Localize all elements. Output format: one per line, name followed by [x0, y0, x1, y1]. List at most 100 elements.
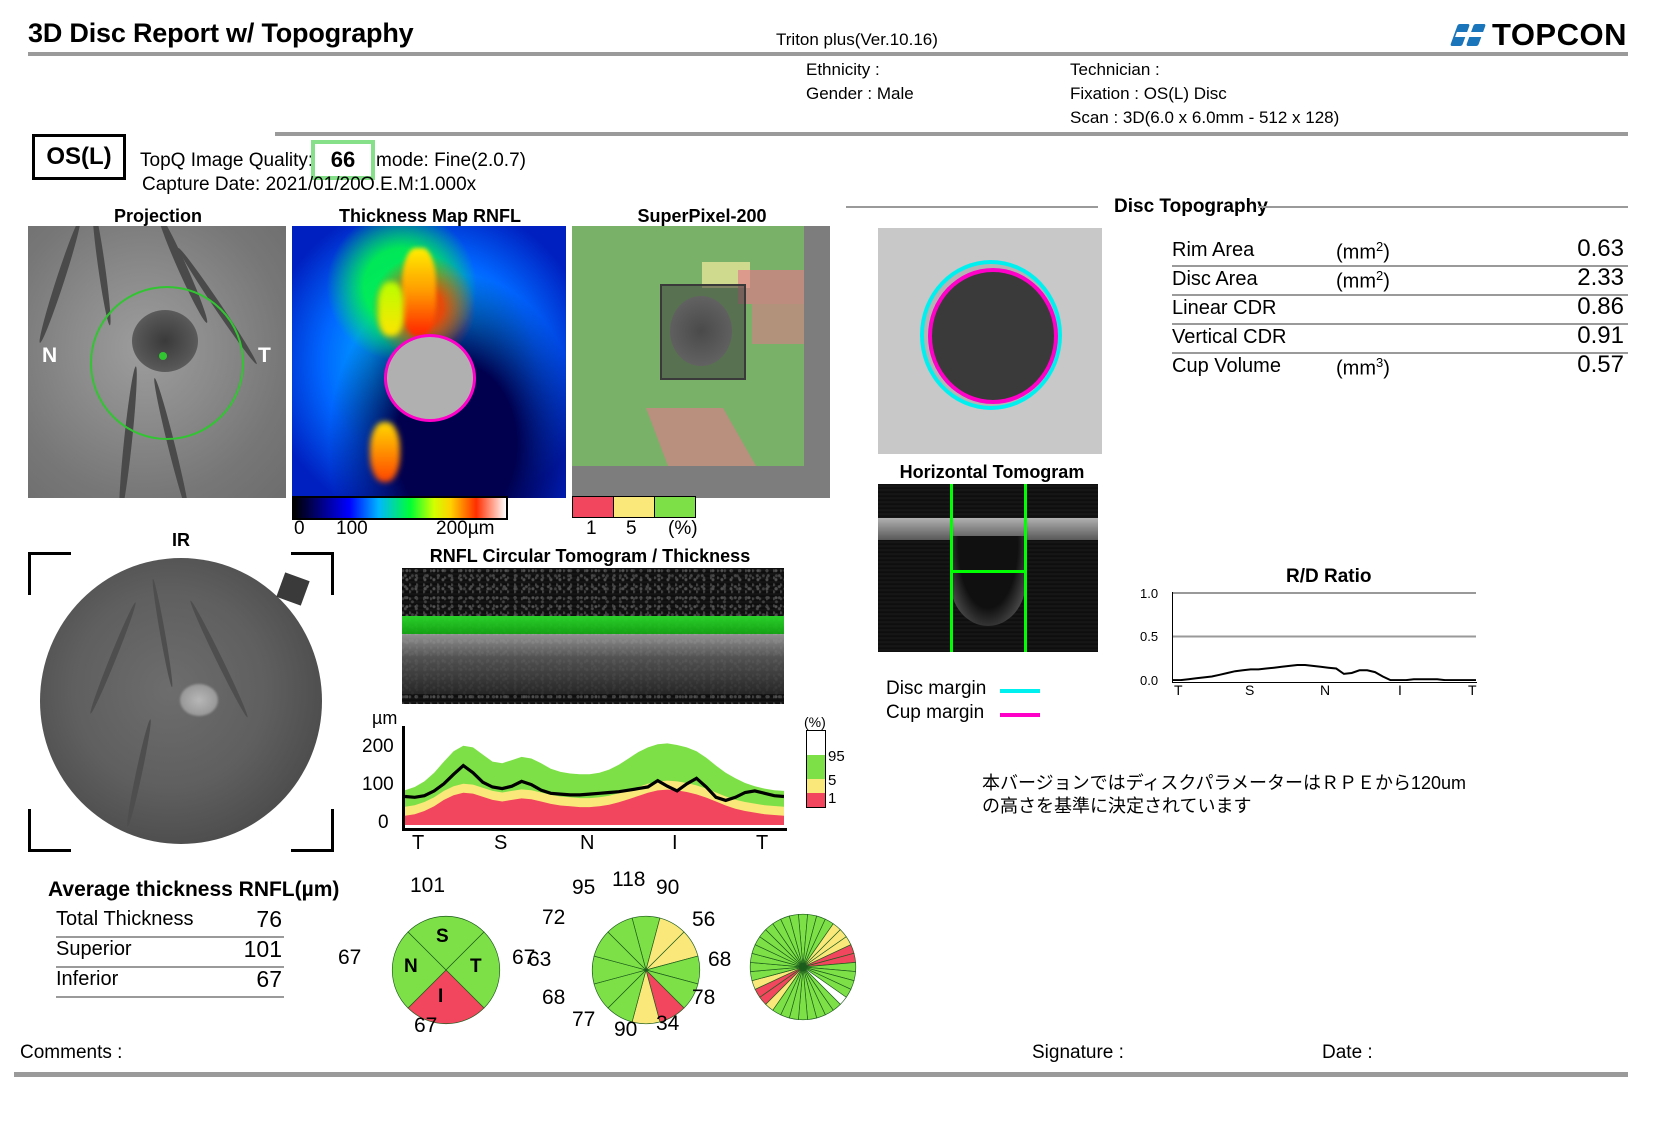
vertical-cdr-label: Vertical CDR	[1172, 326, 1287, 348]
avg-label-inferior: Inferior	[56, 968, 119, 990]
disc-area-unit: (mm2)	[1336, 268, 1390, 293]
linear-cdr-label: Linear CDR	[1172, 297, 1277, 319]
colorbar-mid-label: 100	[336, 518, 368, 539]
cup-margin-legend-swatch	[1000, 713, 1040, 717]
disc-topography-title: Disc Topography	[1106, 196, 1276, 218]
ir-corner-bracket	[28, 552, 71, 595]
disc-topography-image	[878, 228, 1102, 454]
topcon-logo: TOPCON	[1449, 17, 1627, 53]
significance-1-label: 1	[586, 518, 597, 539]
clock-36-pie-chart	[748, 912, 868, 1032]
rd-ratio-chart	[1172, 592, 1477, 683]
avg-row-superior: Superior 101	[56, 936, 284, 968]
footer-divider	[14, 1072, 1628, 1077]
quadrant-value-superior: 101	[410, 874, 446, 897]
cup-volume-label: Cup Volume	[1172, 355, 1281, 377]
table-row-cup-volume: Cup Volume (mm3) 0.57	[1172, 351, 1628, 381]
disc-area-value: 2.33	[1577, 264, 1624, 291]
projection-nasal-label: N	[42, 344, 58, 367]
avg-row-total: Total Thickness 76	[56, 906, 284, 938]
rnfl-legend-unit: (%)	[804, 714, 826, 730]
rd-x-tick-t1: T	[1174, 682, 1183, 698]
ir-corner-bracket	[291, 809, 334, 852]
quadrant-label-s: S	[436, 926, 449, 947]
cup-margin-legend-label: Cup margin	[886, 702, 985, 723]
japanese-note: 本バージョンではディスクパラメーターはＲＰＥから120umの高さを基準に決定され…	[982, 773, 1466, 816]
rnfl-x-tick-t1: T	[412, 832, 425, 854]
clock12-value-3: 56	[692, 908, 716, 931]
rim-area-unit: (mm2)	[1336, 239, 1390, 264]
ir-corner-bracket	[28, 809, 71, 852]
ir-image	[28, 552, 334, 852]
vertical-cdr-value: 0.91	[1577, 322, 1624, 349]
ir-fundus-photo	[40, 558, 322, 844]
superpixel-image	[572, 226, 830, 498]
clock12-value-9: 68	[542, 986, 566, 1009]
thickness-colorbar	[292, 496, 508, 520]
projection-temporal-label: T	[258, 344, 271, 367]
avg-value-superior: 101	[243, 936, 282, 962]
quadrant-label-i: I	[438, 986, 444, 1007]
subheader-divider	[275, 132, 1628, 136]
rnfl-legend-95: 95	[828, 748, 845, 765]
rnfl-tissue-layer	[402, 634, 784, 694]
quadrant-pie-chart: 101 67 67 67 S T I N	[338, 874, 535, 1040]
quadrant-label-n: N	[404, 956, 418, 977]
rd-y-tick-1: 1.0	[1140, 586, 1159, 601]
ir-title: IR	[172, 530, 190, 550]
thickness-hotspot	[402, 248, 436, 336]
ethnicity-field: Ethnicity :	[806, 60, 880, 79]
rd-x-tick-s: S	[1245, 682, 1255, 698]
rim-area-label: Rim Area	[1172, 239, 1255, 261]
rnfl-x-tick-t2: T	[756, 832, 769, 854]
clock12-value-11: 72	[542, 906, 566, 929]
rnfl-bscan-image	[402, 568, 784, 704]
significance-5-label: 5	[626, 518, 637, 539]
rnfl-y-tick-200: 200	[362, 736, 394, 757]
comments-label: Comments :	[20, 1042, 123, 1063]
thickness-map-title: Thickness Map RNFL	[338, 206, 522, 226]
horizontal-tomogram-title: Horizontal Tomogram	[899, 462, 1085, 482]
disc-margin-legend-label: Disc margin	[886, 678, 987, 699]
projection-title: Projection	[113, 206, 202, 226]
quadrant-value-inferior: 67	[414, 1014, 438, 1037]
rnfl-legend-swatches	[806, 730, 826, 808]
significance-unit-label: (%)	[668, 518, 698, 539]
thickness-hotspot	[370, 422, 400, 482]
avg-value-total: 76	[256, 906, 282, 932]
rnfl-segmentation-line	[402, 616, 784, 634]
rim-area-value: 0.63	[1577, 235, 1624, 262]
significance-colorbar	[572, 496, 696, 518]
topcon-mark-icon	[1449, 22, 1488, 48]
rnfl-x-tick-n: N	[580, 832, 595, 854]
superpixel-abnormal-region	[752, 304, 804, 344]
page-title: 3D Disc Report w/ Topography	[28, 18, 414, 48]
linear-cdr-value: 0.86	[1577, 293, 1624, 320]
cup-volume-value: 0.57	[1577, 351, 1624, 378]
clock12-value-5: 78	[692, 986, 716, 1009]
horizontal-tomogram-image	[878, 484, 1098, 652]
disc-margin-legend-swatch	[1000, 689, 1040, 693]
rd-y-tick-05: 0.5	[1140, 629, 1159, 644]
device-version-label: Triton plus(Ver.10.16)	[776, 30, 938, 49]
technician-field: Technician :	[1070, 60, 1160, 79]
rpe-reference-line	[950, 570, 1027, 573]
rd-ratio-title: R/D Ratio	[1286, 566, 1372, 587]
quadrant-value-nasal: 67	[338, 946, 362, 969]
rnfl-circular-title: RNFL Circular Tomogram / Thickness	[429, 546, 751, 566]
table-row-linear-cdr: Linear CDR 0.86	[1172, 293, 1628, 325]
clock12-value-4: 68	[708, 948, 732, 971]
signature-label: Signature :	[1032, 1042, 1124, 1063]
rnfl-y-axis-unit: µm	[372, 708, 398, 728]
eye-laterality-badge: OS(L)	[32, 134, 126, 180]
avg-row-inferior: Inferior 67	[56, 966, 284, 998]
disc-topography-rule-left	[846, 206, 1098, 208]
scan-mode-label: mode: Fine(2.0.7)	[376, 150, 526, 171]
disc-topography-rule-right	[1258, 206, 1628, 208]
superpixel-abnormal-region	[738, 270, 804, 304]
rd-y-tick-0: 0.0	[1140, 673, 1159, 688]
rnfl-thickness-chart	[402, 726, 787, 831]
fixation-field: Fixation : OS(L) Disc	[1070, 84, 1227, 103]
header-divider	[28, 52, 1628, 56]
fixation-marker-icon	[159, 352, 167, 360]
